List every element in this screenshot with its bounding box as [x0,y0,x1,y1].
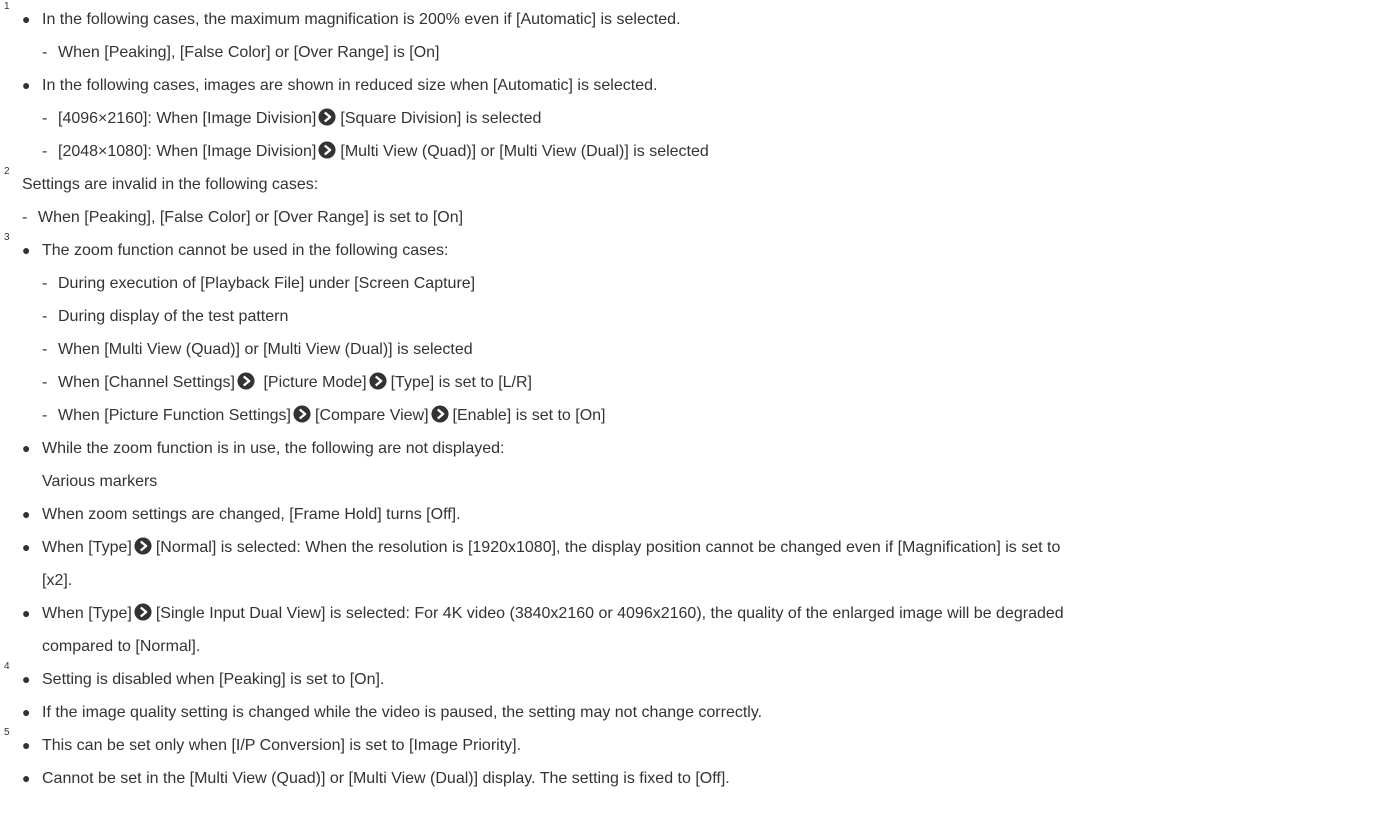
note-1-line-2: ● In the following cases, images are sho… [0,69,1386,102]
footnote-number: 2 [4,166,10,177]
note-1-line-1: 1 ● In the following cases, the maximum … [0,1,1386,36]
note-text-part: [Normal] is selected: When the resolutio… [155,539,1061,556]
note-text: compared to [Normal]. [42,638,201,655]
note-text-part: When [Channel Settings] [58,374,235,391]
note-3-sub-4: - When [Channel Settings] [Picture Mode]… [0,366,1386,399]
footnotes-page: 1 ● In the following cases, the maximum … [0,0,1386,830]
note-1-sub-2: - [4096×2160]: When [Image Division] [Squ… [0,102,1386,135]
note-text: When zoom settings are changed, [Frame H… [42,506,461,523]
note-text: In the following cases, images are shown… [42,77,658,94]
right-arrow-circle-icon [237,372,255,390]
note-3-line-2: ● While the zoom function is in use, the… [0,432,1386,465]
note-2-sub-1: - When [Peaking], [False Color] or [Over… [0,201,1386,234]
note-3-sub-3: - When [Multi View (Quad)] or [Multi Vie… [0,333,1386,366]
dash-marker: - [42,110,48,127]
bullet-icon: ● [22,704,31,720]
dash-marker: - [42,374,48,391]
bullet-icon: ● [22,737,31,753]
note-text: When [Type] [Normal] is selected: When th… [42,531,1060,564]
dash-marker: - [42,275,48,292]
note-3-sub-5: - When [Picture Function Settings] [Compa… [0,399,1386,432]
note-3-line-4: ● When [Type] [Normal] is selected: When … [0,531,1386,564]
note-text: While the zoom function is in use, the f… [42,440,505,457]
note-3-line-1: 3 ● The zoom function cannot be used in … [0,232,1386,267]
right-arrow-circle-icon [369,372,387,390]
note-text-part: [Square Division] is selected [340,110,542,127]
note-5-line-2: ● Cannot be set in the [Multi View (Quad… [0,762,1386,795]
note-4-line-2: ● If the image quality setting is change… [0,696,1386,729]
note-3-line-5-cont: compared to [Normal]. [0,630,1386,663]
note-text: When [Channel Settings] [Picture Mode] [T… [58,366,532,399]
note-text: Setting is disabled when [Peaking] is se… [42,671,385,688]
note-text-part: [Picture Mode] [259,374,367,391]
bullet-icon: ● [22,770,31,786]
note-4-line-1: 4 ● Setting is disabled when [Peaking] i… [0,661,1386,696]
note-text-part: [Multi View (Quad)] or [Multi View (Dual… [340,143,709,160]
note-text: During display of the test pattern [58,308,289,325]
note-text: Settings are invalid in the following ca… [22,176,319,193]
bullet-icon: ● [22,242,31,258]
note-1-sub-1: - When [Peaking], [False Color] or [Over… [0,36,1386,69]
right-arrow-circle-icon [134,603,152,621]
note-text: If the image quality setting is changed … [42,704,763,721]
note-text: [x2]. [42,572,73,589]
note-text-part: [Compare View] [315,407,429,424]
note-text-part: [Enable] is set to [On] [452,407,606,424]
dash-marker: - [42,143,48,160]
bullet-icon: ● [22,539,31,555]
note-text: The zoom function cannot be used in the … [42,242,449,259]
note-text-part: [Type] is set to [L/R] [390,374,532,391]
note-text: When [Multi View (Quad)] or [Multi View … [58,341,473,358]
note-text-part: When [Type] [42,605,132,622]
dash-marker: - [42,407,48,424]
note-3-line-4-cont: [x2]. [0,564,1386,597]
note-text: Cannot be set in the [Multi View (Quad)]… [42,770,730,787]
footnote-number: 5 [4,727,10,738]
note-text: Various markers [42,473,158,490]
right-arrow-circle-icon [134,537,152,555]
note-text: [4096×2160]: When [Image Division] [Squar… [58,102,541,135]
dash-marker: - [22,209,28,226]
right-arrow-circle-icon [318,141,336,159]
bullet-icon: ● [22,671,31,687]
note-1-sub-3: - [2048×1080]: When [Image Division] [Mul… [0,135,1386,168]
note-3-sub-1: - During execution of [Playback File] un… [0,267,1386,300]
dash-marker: - [42,44,48,61]
footnote-number: 3 [4,232,10,243]
note-3-line-2-cont: Various markers [0,465,1386,498]
footnote-number: 1 [4,1,10,12]
bullet-icon: ● [22,11,31,27]
note-text-part: [4096×2160]: When [Image Division] [58,110,317,127]
note-text: [2048×1080]: When [Image Division] [Multi… [58,135,709,168]
note-3-line-3: ● When zoom settings are changed, [Frame… [0,498,1386,531]
right-arrow-circle-icon [318,108,336,126]
dash-marker: - [42,341,48,358]
right-arrow-circle-icon [431,405,449,423]
note-text: When [Type] [Single Input Dual View] is s… [42,597,1064,630]
bullet-icon: ● [22,77,31,93]
note-text-part: [Single Input Dual View] is selected: Fo… [155,605,1064,622]
note-3-line-5: ● When [Type] [Single Input Dual View] is… [0,597,1386,630]
note-text-part: When [Picture Function Settings] [58,407,291,424]
note-5-line-1: 5 ● This can be set only when [I/P Conve… [0,727,1386,762]
note-text: When [Picture Function Settings] [Compare… [58,399,606,432]
note-text: When [Peaking], [False Color] or [Over R… [58,44,440,61]
bullet-icon: ● [22,440,31,456]
note-text: This can be set only when [I/P Conversio… [42,737,522,754]
note-3-sub-2: - During display of the test pattern [0,300,1386,333]
note-2-line-1: 2 Settings are invalid in the following … [0,166,1386,201]
note-text: When [Peaking], [False Color] or [Over R… [38,209,464,226]
note-text: During execution of [Playback File] unde… [58,275,476,292]
note-text-part: [2048×1080]: When [Image Division] [58,143,317,160]
note-text-part: When [Type] [42,539,132,556]
right-arrow-circle-icon [293,405,311,423]
footnote-number: 4 [4,661,10,672]
bullet-icon: ● [22,506,31,522]
bullet-icon: ● [22,605,31,621]
dash-marker: - [42,308,48,325]
note-text: In the following cases, the maximum magn… [42,11,681,28]
